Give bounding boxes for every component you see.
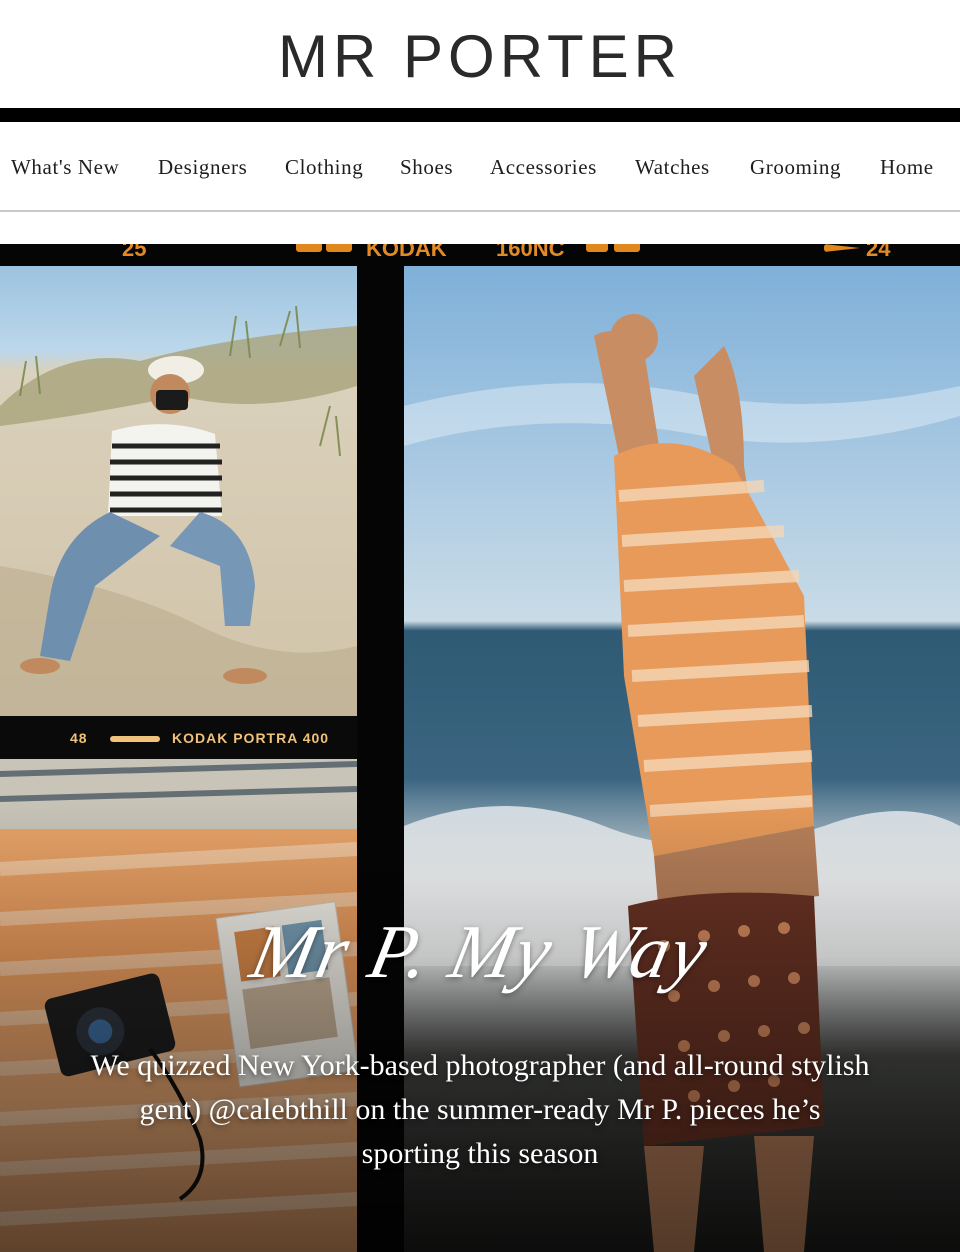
nav-item-clothing[interactable]: Clothing [285,155,363,180]
film-stock-label: KODAK PORTRA 400 [172,730,330,746]
masthead: MR PORTER [0,0,960,108]
film-sprocket-mark [296,244,322,252]
nav-item-accessories[interactable]: Accessories [490,155,597,180]
mr-porter-logo[interactable]: MR PORTER [278,22,682,91]
film-arrow-icon [824,244,860,252]
nav-item-home[interactable]: Home [880,155,934,180]
nav-item-whats-new[interactable]: What's New [11,155,119,180]
photo-photographer-on-dunes [0,266,357,739]
film-sprocket-mark [586,244,608,252]
hero-script-title: Mr P. My Way [243,910,717,994]
main-navigation: What's New Designers Clothing Shoes Acce… [0,122,960,212]
hero-copy: We quizzed New York-based photographer (… [90,1049,870,1170]
photographer-illustration [0,305,357,739]
film-marker [110,736,160,742]
film-frame-number: 48 [70,730,88,746]
nav-item-grooming[interactable]: Grooming [750,155,841,180]
film-type-mark: 160NC [496,244,565,261]
nav-item-designers[interactable]: Designers [158,155,247,180]
nav-item-watches[interactable]: Watches [635,155,710,180]
flatlay-illustration [0,759,357,1226]
film-sprocket-mark [614,244,640,252]
nav-item-shoes[interactable]: Shoes [400,155,453,180]
photo-striped-tee-flatlay [0,759,357,1252]
film-brand-mark: KODAK [366,244,447,261]
film-sprocket-mark [326,244,352,252]
film-label-strip: 48 KODAK PORTRA 400 [0,716,357,759]
hero-banner[interactable]: 25 KODAK 160NC 24 48 KODAK PORTRA 400 Mr… [0,244,960,1252]
film-frame-number-right: 24 [866,244,891,261]
header-divider [0,108,960,122]
film-frame-number-left: 25 [122,244,147,261]
